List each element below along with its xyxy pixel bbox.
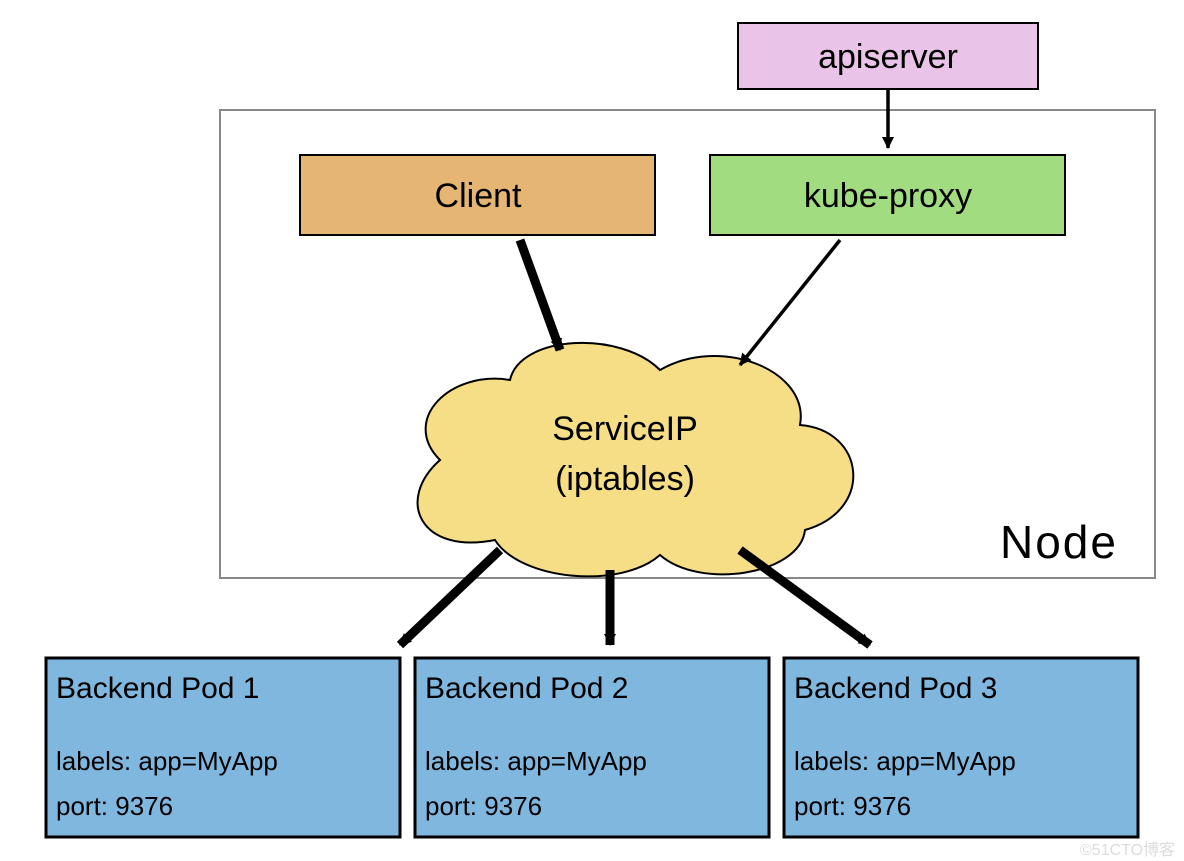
service-cloud: ServiceIP (iptables): [418, 343, 854, 577]
backend-pod-2: Backend Pod 2 labels: app=MyApp port: 93…: [415, 658, 769, 837]
apiserver-label: apiserver: [818, 38, 958, 76]
watermark-text: ©51CTO博客: [1080, 841, 1175, 859]
pod3-labels: labels: app=MyApp: [794, 746, 1016, 776]
pod1-title: Backend Pod 1: [56, 672, 259, 705]
pod3-title: Backend Pod 3: [794, 672, 997, 705]
arrow-service-pod1: [400, 550, 500, 645]
backend-pod-3: Backend Pod 3 labels: app=MyApp port: 93…: [784, 658, 1138, 837]
pod3-port: port: 9376: [794, 791, 911, 821]
backend-pod-1: Backend Pod 1 labels: app=MyApp port: 93…: [46, 658, 400, 837]
apiserver-box: apiserver: [738, 23, 1038, 89]
pod2-title: Backend Pod 2: [425, 672, 628, 705]
kubeproxy-box: kube-proxy: [710, 155, 1065, 235]
arrow-kubeproxy-service: [740, 240, 840, 365]
client-box: Client: [300, 155, 655, 235]
arrow-client-service: [520, 240, 560, 350]
pod1-port: port: 9376: [56, 791, 173, 821]
arrow-service-pod3: [740, 550, 870, 645]
client-label: Client: [435, 177, 522, 215]
pod1-labels: labels: app=MyApp: [56, 746, 278, 776]
pod2-labels: labels: app=MyApp: [425, 746, 647, 776]
node-label: Node: [1000, 516, 1118, 568]
service-line2: (iptables): [555, 460, 695, 498]
pod2-port: port: 9376: [425, 791, 542, 821]
diagram-root: Node apiserver Client kube-proxy Service…: [0, 0, 1184, 861]
kubeproxy-label: kube-proxy: [804, 177, 972, 215]
service-line1: ServiceIP: [552, 410, 698, 448]
